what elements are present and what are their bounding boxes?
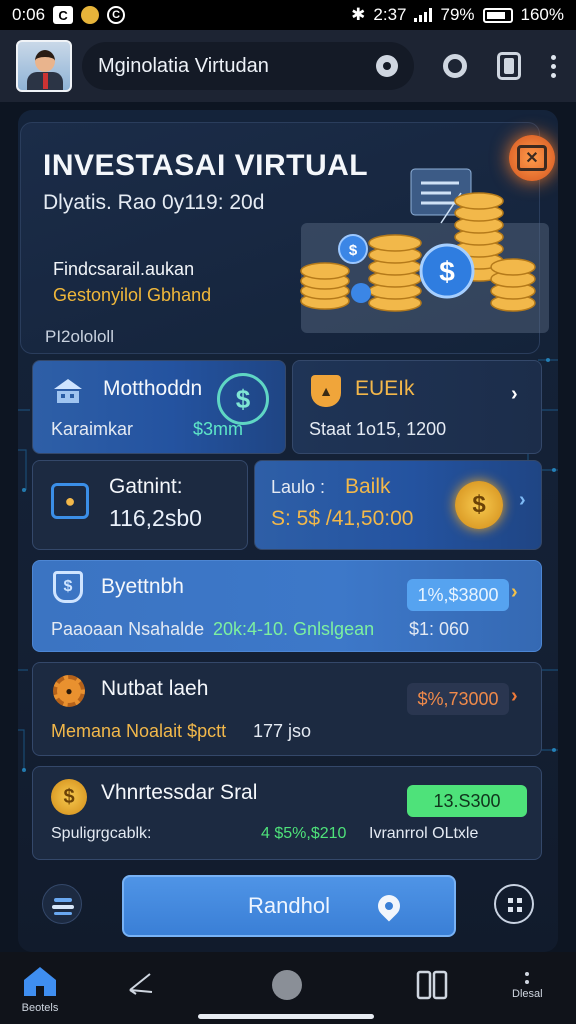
balik-title: Bailk (345, 475, 391, 498)
battery-icon (482, 7, 513, 23)
badge-icon: $ (53, 571, 83, 603)
stack-icon[interactable] (42, 884, 82, 924)
address-bar[interactable]: Mginolatia Virtudan (82, 42, 414, 90)
nutbat-desc-a: Memana Noalait $pctt (51, 721, 227, 741)
grid-icon[interactable] (494, 884, 534, 924)
coin-icon: $ (51, 779, 87, 815)
tabs-icon[interactable] (497, 52, 521, 80)
chevron-right-icon[interactable]: › (511, 581, 518, 604)
bluetooth-icon: ✱ (351, 5, 366, 24)
shield-icon: ▲ (311, 375, 341, 407)
vhnrtessdar-desc-b: 4 $5%,$210 (261, 825, 347, 842)
byettnbh-right: $1: 060 (409, 619, 470, 639)
bank-icon (51, 375, 85, 409)
home-indicator[interactable] (198, 1014, 374, 1019)
recents-icon (416, 970, 448, 1000)
primary-action-button[interactable]: Randhol (122, 875, 456, 937)
overflow-menu-icon[interactable] (551, 54, 556, 78)
motthoddn-value: $3mm (193, 419, 244, 439)
site-info-icon[interactable] (376, 55, 398, 77)
balik-value: S: 5$ /41,50:00 (271, 507, 414, 530)
byettnbh-desc-a: Paaoaan Nsahalde (51, 619, 205, 639)
vhnrtessdar-pill[interactable]: 13.S300 (407, 785, 527, 817)
vhnrtessdar-title: Vhnrtessdar Sral (101, 781, 258, 804)
chevron-right-icon[interactable]: › (511, 685, 518, 708)
euelk-title: EUEIk (355, 377, 415, 400)
refresh-icon[interactable] (443, 54, 467, 78)
svg-text:$: $ (439, 256, 455, 287)
chevron-right-icon[interactable]: › (511, 383, 518, 406)
coin-icon: $ (455, 481, 503, 529)
share-icon (129, 973, 153, 995)
euelk-sub: Staat 1o15, 1200 (309, 419, 447, 439)
nav-share[interactable] (126, 968, 156, 998)
balik-card[interactable]: Laulo : Bailk S: 5$ /41,50:00 $ › (254, 460, 542, 550)
motthoddn-card[interactable]: Motthoddn Karaimkar $ $3mm (32, 360, 286, 454)
copyright-notification-icon: C (107, 6, 126, 24)
balik-prefix: Laulo : (271, 477, 326, 497)
byettnbh-card[interactable]: $ Byettnbh 1%,$3800 › Paaoaan Nsahalde 2… (32, 560, 542, 652)
dollar-ring-icon: $ (217, 373, 269, 425)
byettnbh-pill-value: 1%,$3800 (417, 584, 499, 605)
vhnrtessdar-desc-c: Ivranrrol OLtxle (369, 825, 479, 842)
hero-subtitle: Dlyatis. Rao 0y119: 20d (43, 191, 265, 214)
hero-line-1: Findcsarail.aukan (53, 259, 195, 279)
euelk-card[interactable]: ▲ EUEIk Staat 1o15, 1200 › (292, 360, 542, 454)
location-pin-icon (373, 890, 405, 922)
nutbat-card[interactable]: ● Nutbat laeh $%,73000 › Memana Noalait … (32, 662, 542, 756)
motthoddn-title: Motthoddn (103, 377, 203, 400)
gatnint-title: Gatnint: (109, 475, 183, 498)
nav-more[interactable]: Dlesal (512, 972, 543, 1000)
chat-bubble-icon: ● (51, 483, 89, 519)
motthoddn-sub: Karaimkar (51, 419, 134, 439)
byettnbh-title: Byettnbh (101, 575, 184, 598)
status-time: 0:06 (12, 5, 46, 24)
status-speed: 160% (520, 5, 564, 24)
byettnbh-desc-b: 20k:4-10. Gnlslgean (213, 619, 375, 639)
battery-percent: 79% (440, 5, 475, 24)
nutbat-desc-b: 177 jso (253, 721, 312, 741)
nutbat-title: Nutbat laeh (101, 677, 209, 700)
hero-badge-icon[interactable]: ✕ (509, 135, 555, 181)
coins-illustration: $ $ (300, 168, 549, 333)
circle-button-icon (272, 970, 302, 1000)
gear-icon: ● (53, 675, 85, 707)
nutbat-pill-value: $%,73000 (417, 688, 499, 709)
main-panel: INVESTASAI VIRTUAL Dlyatis. Rao 0y119: 2… (18, 110, 558, 952)
gatnint-card[interactable]: ● Gatnint: 116,2sb0 (32, 460, 248, 550)
vhnrtessdar-pill-value: 13.S300 (433, 790, 501, 811)
status-right-text: 2:37 (373, 5, 407, 24)
more-dots-icon (525, 972, 530, 984)
avatar[interactable] (16, 40, 72, 92)
nav-recents[interactable] (416, 970, 448, 1000)
hero-card: INVESTASAI VIRTUAL Dlyatis. Rao 0y119: 2… (20, 122, 555, 354)
address-text: Mginolatia Virtudan (98, 54, 269, 77)
nav-home[interactable]: Beotels (20, 964, 60, 1014)
nav-more-label: Dlesal (512, 988, 543, 1000)
svg-text:$: $ (349, 242, 358, 259)
status-bar: 0:06 C C ✱ 2:37 79% 160% (0, 0, 576, 30)
browser-header: Mginolatia Virtudan (0, 30, 576, 102)
vhnrtessdar-desc-a: Spuligrgcablk: (51, 825, 152, 842)
app-notification-icon: C (53, 6, 74, 24)
byettnbh-pill[interactable]: 1%,$3800 (407, 579, 509, 611)
home-icon (24, 967, 56, 996)
nutbat-pill[interactable]: $%,73000 (407, 683, 509, 715)
hero-line-3: PI2olololl (45, 327, 114, 346)
bottom-navbar: Beotels Dlesal (0, 952, 576, 1024)
chevron-right-icon[interactable]: › (519, 489, 526, 512)
gatnint-value: 116,2sb0 (109, 505, 202, 531)
nav-home-label: Beotels (21, 1002, 59, 1014)
hero-line-2: Gestonyilol Gbhand (53, 285, 212, 305)
signal-icon (414, 8, 433, 22)
vhnrtessdar-card[interactable]: $ Vhnrtessdar Sral 13.S300 Spuligrgcablk… (32, 766, 542, 860)
nav-home-button[interactable] (272, 970, 302, 1000)
primary-action-label: Randhol (248, 893, 330, 918)
coin-notification-icon (81, 6, 100, 24)
